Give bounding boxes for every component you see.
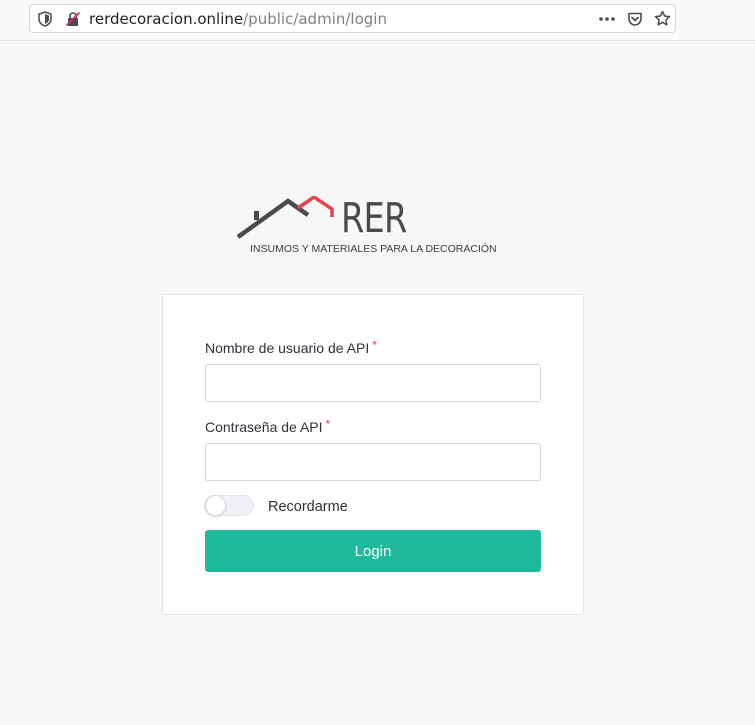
username-label-text: Nombre de usuario de API — [205, 340, 370, 356]
remember-me-label[interactable]: Recordarme — [268, 499, 348, 515]
username-label: Nombre de usuario de API * — [205, 338, 377, 357]
login-button[interactable]: Login — [205, 530, 541, 572]
toggle-knob — [205, 495, 226, 516]
login-card: Nombre de usuario de API * Contraseña de … — [162, 294, 584, 615]
url-host: rerdecoracion.online — [89, 10, 244, 28]
required-mark: * — [325, 417, 331, 431]
brand-logo: RER INSUMOS Y MATERIALES PARA LA DECORAC… — [236, 196, 516, 260]
password-input[interactable] — [205, 443, 541, 481]
more-actions-icon[interactable] — [598, 12, 616, 26]
star-icon[interactable] — [654, 10, 671, 27]
remember-me-toggle[interactable] — [204, 495, 254, 516]
password-label-text: Contraseña de API — [205, 419, 323, 435]
username-input[interactable] — [205, 364, 541, 402]
pocket-icon[interactable] — [627, 11, 643, 27]
browser-toolbar: rerdecoracion.online/public/admin/login — [0, 0, 755, 41]
insecure-connection-icon[interactable] — [65, 11, 81, 27]
house-roof-icon — [236, 196, 334, 239]
brand-tagline: INSUMOS Y MATERIALES PARA LA DECORACIÓN — [250, 243, 497, 255]
url-text[interactable]: rerdecoracion.online/public/admin/login — [89, 10, 387, 28]
address-bar[interactable]: rerdecoracion.online/public/admin/login — [29, 4, 676, 33]
shield-icon[interactable] — [38, 11, 52, 27]
password-label: Contraseña de API * — [205, 417, 331, 436]
brand-name: RER — [341, 194, 407, 242]
url-path: /public/admin/login — [243, 10, 387, 28]
required-mark: * — [372, 338, 377, 352]
